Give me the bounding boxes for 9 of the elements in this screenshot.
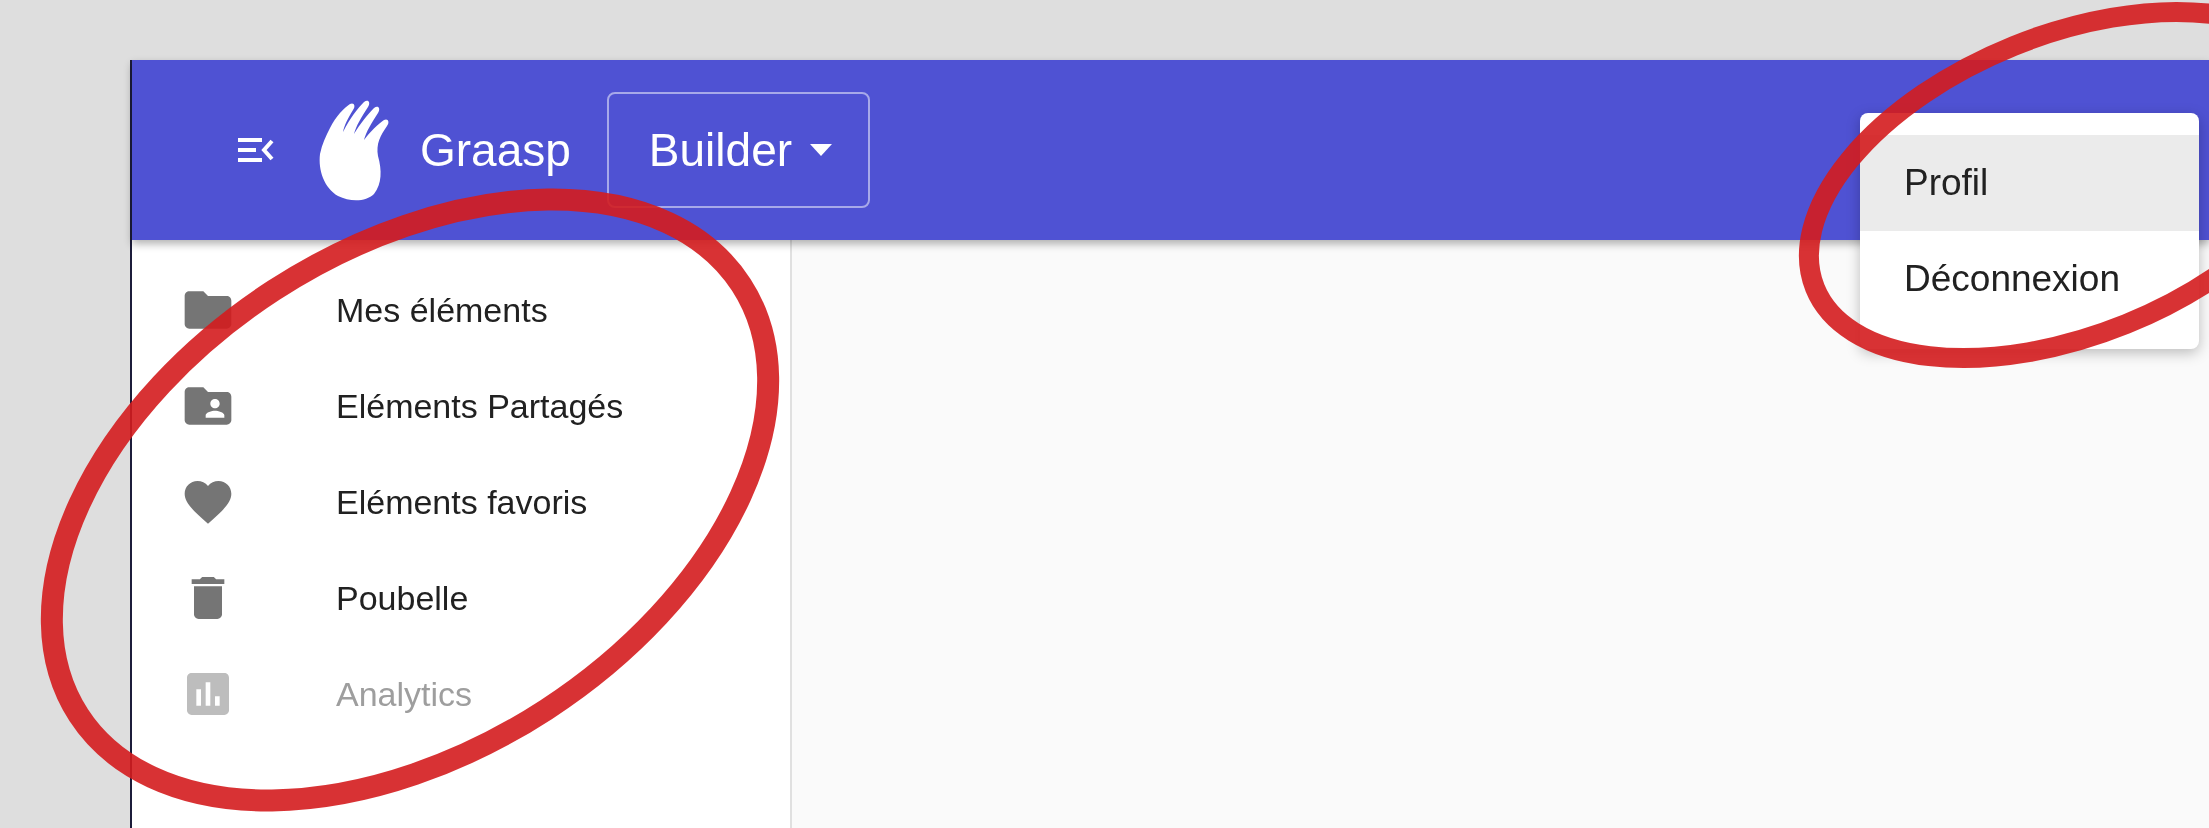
builder-dropdown[interactable]: Builder [606,92,871,208]
caret-icon [810,144,833,156]
menu-item[interactable]: Profil [1860,135,2199,231]
sidebar-item[interactable]: Poubelle [132,550,790,646]
sidebar-item[interactable]: Eléments Partagés [132,358,790,454]
app-name: Graasp [420,123,571,177]
sidebar-item[interactable]: Eléments favoris [132,454,790,550]
menu-item[interactable]: Déconnexion [1860,231,2199,327]
sidebar-item[interactable]: Mes éléments [132,262,790,358]
